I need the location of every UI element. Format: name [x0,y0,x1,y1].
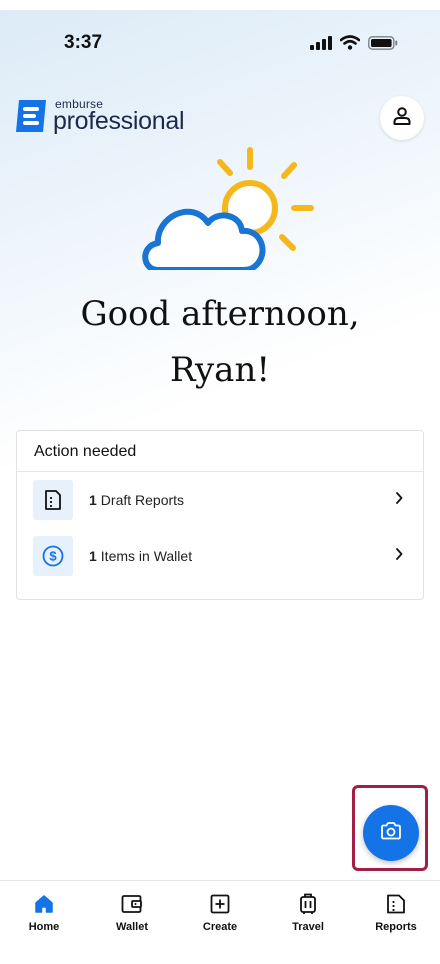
status-time: 3:37 [64,32,103,53]
camera-capture-button[interactable] [363,805,419,861]
report-icon [386,892,406,916]
logo-wordmark-large: professional [53,107,185,135]
wallet-items-text: Items in Wallet [100,548,193,564]
draft-reports-row[interactable]: 1 Draft Reports [17,472,423,528]
user-icon [392,106,412,131]
wallet-items-label: 1 Items in Wallet [89,548,192,564]
status-bar: 3:37 [0,10,440,74]
dollar-icon: $ [33,536,73,576]
nav-reports[interactable]: Reports [352,881,440,964]
nav-wallet-label: Wallet [116,921,148,933]
draft-reports-label: 1 Draft Reports [89,492,184,508]
wifi-icon [339,35,361,55]
profile-button[interactable] [380,96,424,140]
wallet-items-row[interactable]: $ 1 Items in Wallet [17,528,423,584]
nav-create[interactable]: Create [176,881,264,964]
greeting-text: Good afternoon, Ryan! [0,286,440,398]
camera-icon [380,821,402,846]
nav-home[interactable]: Home [0,881,88,964]
emburse-logo-icon [16,100,46,132]
greeting-line-1: Good afternoon, [80,294,360,334]
cellular-signal-icon [310,35,332,55]
wallet-items-count: 1 [89,548,97,564]
report-icon [33,480,73,520]
battery-icon [368,35,398,55]
status-icons [310,35,398,55]
nav-home-label: Home [28,921,60,933]
card-title: Action needed [17,431,423,472]
home-icon [34,892,54,916]
svg-text:$: $ [49,549,57,564]
emburse-professional-logo: emburse professional [16,98,185,135]
plus-square-icon [210,892,230,916]
luggage-icon [299,892,317,916]
nav-reports-label: Reports [375,921,417,933]
wallet-icon [121,892,143,916]
nav-wallet[interactable]: Wallet [88,881,176,964]
bottom-navigation: Home Wallet Create Travel Reports [0,880,440,964]
chevron-right-icon [395,547,403,565]
partly-cloudy-icon [136,145,316,273]
app-screen: 3:37 emburse professional Good afternoon… [0,10,440,964]
nav-travel-label: Travel [292,921,324,933]
greeting-line-2: Ryan! [169,350,271,390]
nav-travel[interactable]: Travel [264,881,352,964]
draft-reports-text: Draft Reports [100,492,185,508]
action-needed-card: Action needed 1 Draft Reports $ 1 Items … [16,430,424,600]
draft-reports-count: 1 [89,492,97,508]
chevron-right-icon [395,491,403,509]
nav-create-label: Create [202,921,238,933]
